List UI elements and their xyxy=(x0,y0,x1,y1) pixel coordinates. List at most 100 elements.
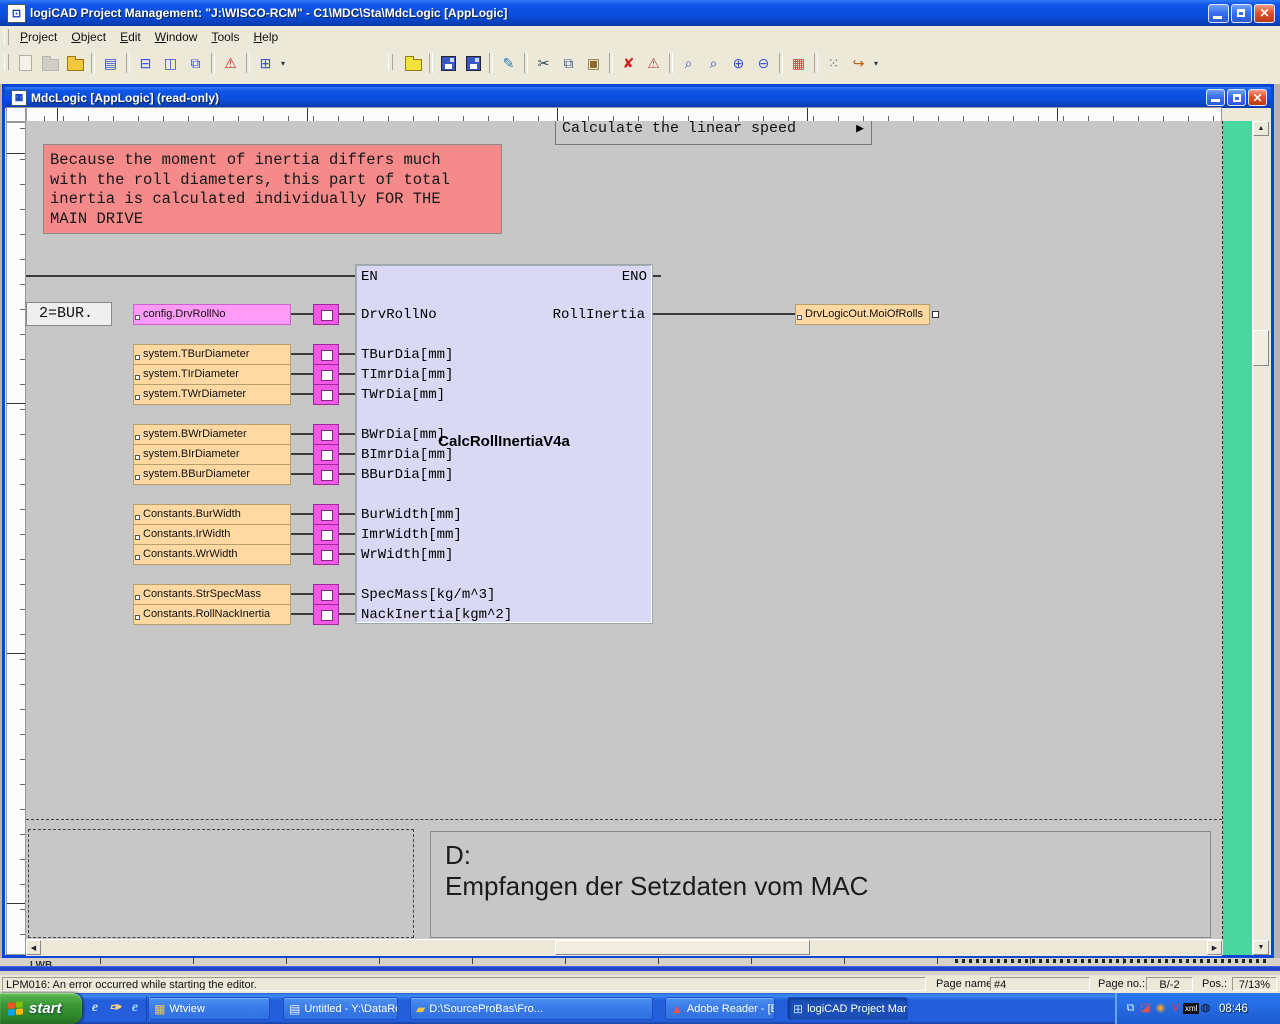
connection-point[interactable] xyxy=(313,344,339,365)
connection-point[interactable] xyxy=(313,504,339,525)
connection-point[interactable] xyxy=(313,364,339,385)
launch-app-icon[interactable]: ✑ xyxy=(106,999,124,1017)
tile-vertical-button[interactable]: ◫ xyxy=(158,51,183,75)
cascade-windows-button[interactable]: ⧉ xyxy=(183,51,208,75)
page-break-line xyxy=(26,819,1222,820)
connection-point[interactable] xyxy=(313,424,339,445)
check-errors-button[interactable]: ⚠ xyxy=(641,51,666,75)
scroll-left-button[interactable]: ◀ xyxy=(26,940,41,955)
output-var-label[interactable]: DrvLogicOut.MoiOfRolls xyxy=(795,304,930,325)
cut-button[interactable]: ✂ xyxy=(531,51,556,75)
grid-button[interactable]: ⁙ xyxy=(821,51,846,75)
var-label[interactable]: system.BBurDiameter xyxy=(133,464,291,485)
child-titlebar[interactable]: ▦ MdcLogic [AppLogic] (read-only) xyxy=(5,87,1271,108)
connection-point[interactable] xyxy=(313,544,339,565)
launch-ie-icon[interactable]: e xyxy=(86,999,104,1017)
xml-icon[interactable]: xml xyxy=(1183,1001,1198,1016)
task-button[interactable]: ▰D:\SourceProBas\Fro... xyxy=(410,997,653,1020)
page-connect-dropdown[interactable]: ▾ xyxy=(871,59,881,68)
minimize-button[interactable] xyxy=(1208,4,1229,23)
object-properties-icon: ▤ xyxy=(104,56,117,70)
menu-edit[interactable]: Edit xyxy=(113,28,148,46)
zoom-out-button[interactable]: ⊖ xyxy=(751,51,776,75)
connection-point[interactable] xyxy=(313,604,339,625)
toolbar-grip-2[interactable] xyxy=(388,54,393,70)
horizontal-scroll-thumb[interactable] xyxy=(555,940,810,955)
message-list-button[interactable]: ⚠ xyxy=(218,51,243,75)
network-icon[interactable]: ⧉ xyxy=(1123,1001,1138,1016)
zoom-rect-button[interactable]: ⌕ xyxy=(676,51,701,75)
menu-project[interactable]: Project xyxy=(13,28,64,46)
diagram-canvas[interactable]: Calculate the linear speed ▶ Because the… xyxy=(26,121,1223,939)
zoom-in-button[interactable]: ⊕ xyxy=(726,51,751,75)
var-label[interactable]: Constants.BurWidth xyxy=(133,504,291,525)
tile-horizontal-button[interactable]: ⊟ xyxy=(133,51,158,75)
display-icon[interactable]: ◍ xyxy=(1198,1001,1213,1016)
edit-object-button[interactable]: ✎ xyxy=(496,51,521,75)
menu-items: ProjectObjectEditWindowToolsHelp xyxy=(13,28,285,46)
removal-icon[interactable]: ◪ xyxy=(1138,1001,1153,1016)
launch-browser-icon[interactable]: e xyxy=(126,999,144,1017)
child-close-button[interactable] xyxy=(1248,89,1267,106)
var-label[interactable]: Constants.RollNackInertia xyxy=(133,604,291,625)
volume-icon[interactable]: ◉ xyxy=(1153,1001,1168,1016)
task-button[interactable]: ▦Wtview xyxy=(148,997,270,1020)
vertical-scrollbar[interactable]: ▲ ▼ xyxy=(1252,121,1270,955)
horizontal-scrollbar[interactable]: ◀ ▶ xyxy=(26,939,1222,956)
start-button[interactable]: start xyxy=(0,993,82,1024)
main-titlebar[interactable]: ⊡ logiCAD Project Management: "J:\WISCO-… xyxy=(0,0,1280,26)
connection-point[interactable] xyxy=(313,584,339,605)
restore-button[interactable] xyxy=(1231,4,1252,23)
connection-point[interactable] xyxy=(313,524,339,545)
menu-window[interactable]: Window xyxy=(148,28,205,46)
antivirus-icon[interactable]: V xyxy=(1168,1001,1183,1016)
scroll-down-button[interactable]: ▼ xyxy=(1253,940,1269,955)
d-note-box[interactable]: D: Empfangen der Setzdaten vom MAC xyxy=(430,831,1211,938)
connection-point[interactable] xyxy=(313,444,339,465)
var-label[interactable]: Constants.StrSpecMass xyxy=(133,584,291,605)
toolbar-grip-1[interactable] xyxy=(4,54,9,70)
menubar-grip[interactable] xyxy=(4,29,9,45)
child-minimize-button[interactable] xyxy=(1206,89,1225,106)
open-folder-button[interactable] xyxy=(63,51,88,75)
zoom-selection-button[interactable]: ▦ xyxy=(786,51,811,75)
task-button[interactable]: ▲Adobe Reader - [E06... xyxy=(665,997,775,1020)
menu-object[interactable]: Object xyxy=(64,28,113,46)
close-button[interactable] xyxy=(1254,4,1275,23)
connection-point[interactable] xyxy=(313,304,339,325)
var-label[interactable]: system.TWrDiameter xyxy=(133,384,291,405)
var-label[interactable]: system.BIrDiameter xyxy=(133,444,291,465)
vertical-scroll-thumb[interactable] xyxy=(1253,330,1269,366)
page-connect-button[interactable]: ↪ xyxy=(846,51,871,75)
bur-constant-label[interactable]: 2=BUR. xyxy=(26,302,112,326)
menu-help[interactable]: Help xyxy=(246,28,285,46)
var-label[interactable]: Constants.IrWidth xyxy=(133,524,291,545)
scroll-right-button[interactable]: ▶ xyxy=(1207,940,1222,955)
save-all-button[interactable] xyxy=(461,51,486,75)
connection-point[interactable] xyxy=(313,464,339,485)
comment-calculate-linear-speed[interactable]: Calculate the linear speed ▶ xyxy=(555,121,872,145)
object-properties-button[interactable]: ▤ xyxy=(98,51,123,75)
toolbar-separator xyxy=(246,53,250,73)
menu-tools[interactable]: Tools xyxy=(204,28,246,46)
task-button[interactable]: ⊞logiCAD Project Mana... xyxy=(787,997,908,1020)
scroll-up-button[interactable]: ▲ xyxy=(1253,121,1269,136)
parent-object-button[interactable] xyxy=(401,51,426,75)
paste-button[interactable]: ▣ xyxy=(581,51,606,75)
copy-button[interactable]: ⧉ xyxy=(556,51,581,75)
child-restore-button[interactable] xyxy=(1227,89,1246,106)
zoom-page-button[interactable]: ⌕ xyxy=(701,51,726,75)
wire xyxy=(339,393,355,395)
var-label[interactable]: Constants.WrWidth xyxy=(133,544,291,565)
delete-object-button[interactable]: ✘ xyxy=(616,51,641,75)
var-label[interactable]: system.BWrDiameter xyxy=(133,424,291,445)
comment-inertia-note[interactable]: Because the moment of inertia differs mu… xyxy=(43,144,502,234)
var-label[interactable]: system.TBurDiameter xyxy=(133,344,291,365)
var-label[interactable]: system.TIrDiameter xyxy=(133,364,291,385)
window-navigator-dropdown[interactable]: ▾ xyxy=(278,59,288,68)
save-button[interactable] xyxy=(436,51,461,75)
connection-point[interactable] xyxy=(313,384,339,405)
window-navigator-button[interactable]: ⊞ xyxy=(253,51,278,75)
task-button[interactable]: ▤Untitled - Y:\DataRolli... xyxy=(283,997,398,1020)
var-label[interactable]: config.DrvRollNo xyxy=(133,304,291,325)
